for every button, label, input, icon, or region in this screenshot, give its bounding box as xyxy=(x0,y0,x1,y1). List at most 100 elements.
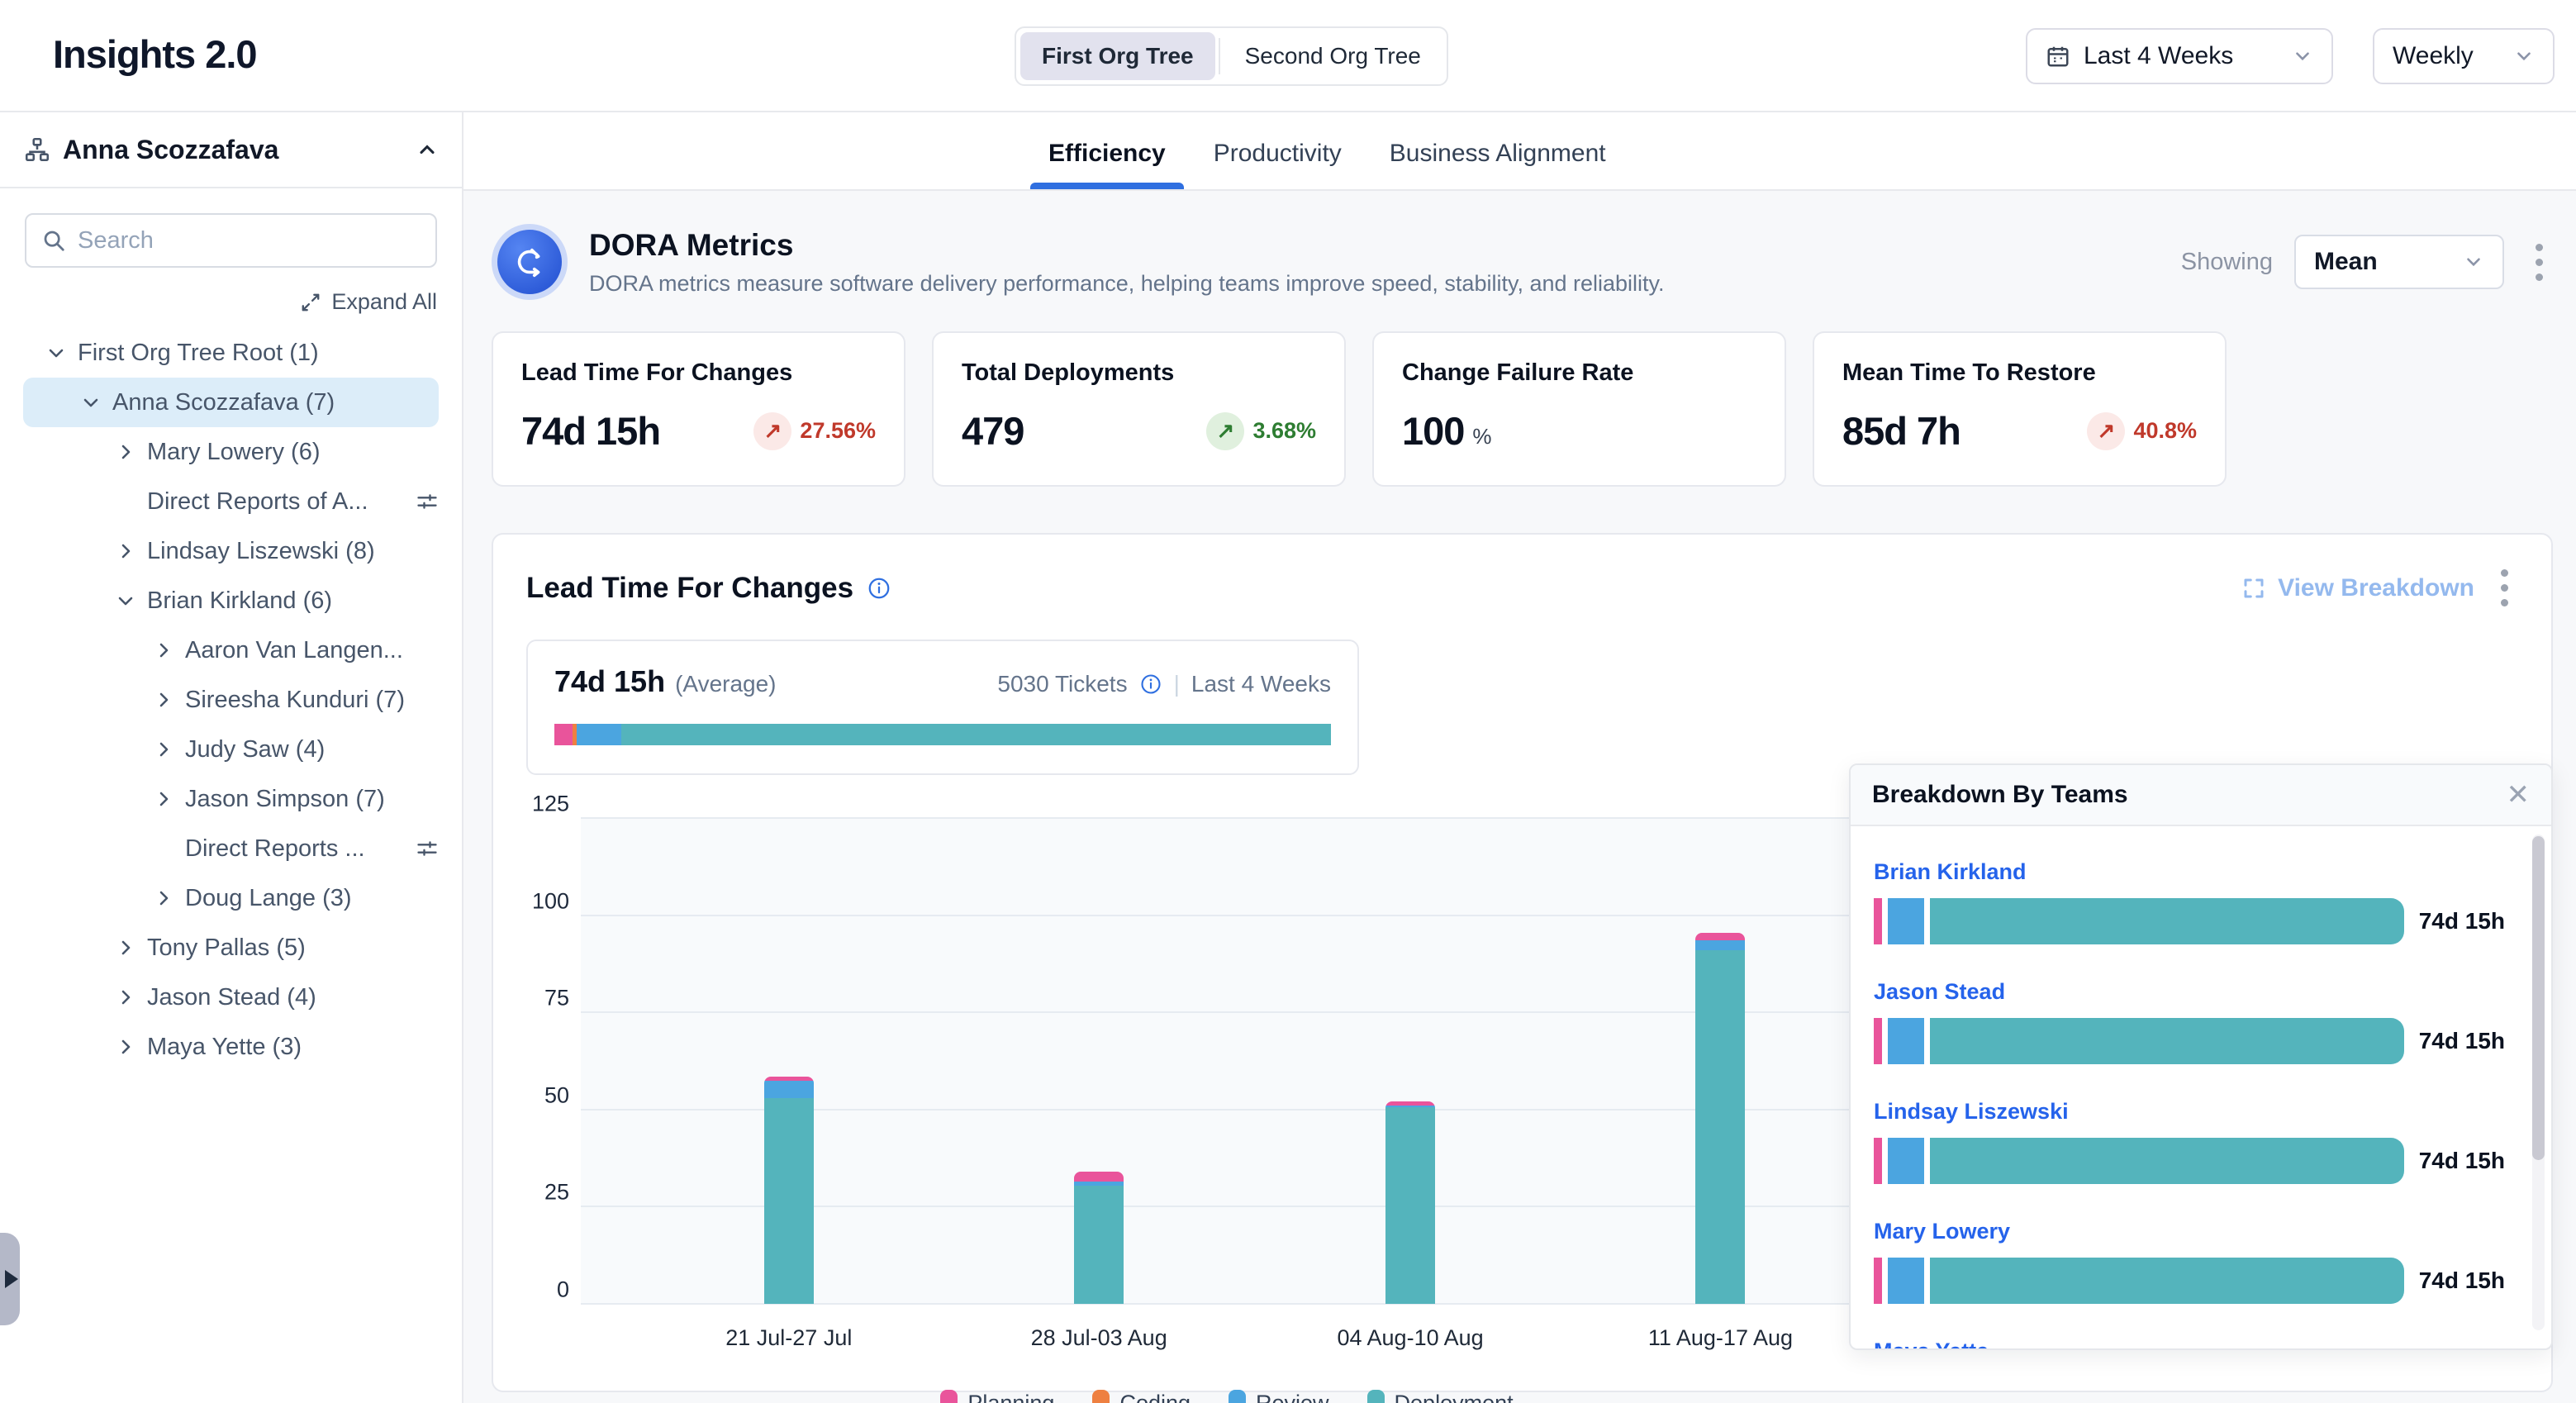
chevron-down-icon[interactable] xyxy=(46,343,66,363)
sidebar-header[interactable]: Anna Scozzafava xyxy=(0,112,462,188)
info-icon[interactable] xyxy=(1139,673,1162,696)
review-segment xyxy=(764,1081,814,1098)
search-icon xyxy=(41,228,66,253)
tickets-count: 5030 Tickets xyxy=(997,671,1127,697)
scrollbar-thumb[interactable] xyxy=(2532,836,2545,1160)
breakdown-team-link[interactable]: Jason Stead xyxy=(1874,979,2505,1005)
metric-delta-value: 27.56% xyxy=(800,418,876,444)
tree-item[interactable]: Anna Scozzafava (7) xyxy=(23,378,439,427)
tree-item-label: Sireesha Kunduri (7) xyxy=(185,687,405,714)
info-icon[interactable] xyxy=(867,576,891,601)
chart-bar[interactable] xyxy=(1385,1101,1435,1304)
gridline xyxy=(581,1011,1873,1013)
dora-title: DORA Metrics xyxy=(589,228,1665,263)
tree-item[interactable]: Mary Lowery (6) xyxy=(0,427,439,477)
lead-time-title: Lead Time For Changes xyxy=(526,572,853,605)
breakdown-value: 74d 15h xyxy=(2419,1148,2505,1174)
legend-label: Review xyxy=(1256,1391,1329,1403)
legend-swatch-deployment xyxy=(1367,1390,1385,1403)
chevron-right-icon[interactable] xyxy=(116,442,135,462)
tree-item[interactable]: Doug Lange (3) xyxy=(0,873,439,923)
deployment-segment xyxy=(1930,1258,2404,1304)
chevron-down-icon[interactable] xyxy=(81,392,101,412)
tree-item[interactable]: Maya Yette (3) xyxy=(0,1022,439,1072)
legend-item: Coding xyxy=(1092,1390,1191,1403)
lead-time-kebab-menu[interactable] xyxy=(2491,563,2518,613)
aggregation-value: Mean xyxy=(2314,248,2378,276)
chevron-right-icon[interactable] xyxy=(154,789,173,809)
chevron-down-icon[interactable] xyxy=(116,591,135,611)
chevron-right-icon[interactable] xyxy=(154,690,173,710)
breakdown-title: Breakdown By Teams xyxy=(1872,781,2128,809)
breakdown-team-link[interactable]: Maya Yette xyxy=(1874,1339,2505,1350)
filter-sliders-icon[interactable] xyxy=(416,837,439,860)
chevron-right-icon[interactable] xyxy=(116,987,135,1007)
chevron-right-icon[interactable] xyxy=(154,640,173,660)
breakdown-team-link[interactable]: Lindsay Liszewski xyxy=(1874,1099,2505,1125)
tree-item[interactable]: Lindsay Liszewski (8) xyxy=(0,526,439,576)
search-input[interactable] xyxy=(78,227,421,254)
chevron-right-icon[interactable] xyxy=(154,740,173,759)
view-breakdown-label: View Breakdown xyxy=(2278,574,2474,602)
x-tick-label: 04 Aug-10 Aug xyxy=(1337,1325,1483,1351)
breakdown-value: 74d 15h xyxy=(2419,1267,2505,1294)
deployment-segment xyxy=(1930,898,2404,944)
granularity-select[interactable]: Weekly xyxy=(2373,28,2555,84)
tree-item[interactable]: Brian Kirkland (6) xyxy=(0,576,439,625)
chart-bar[interactable] xyxy=(1695,933,1745,1304)
chevron-up-icon[interactable] xyxy=(416,138,439,161)
view-breakdown-button[interactable]: View Breakdown xyxy=(2241,574,2474,602)
deployment-segment xyxy=(1385,1107,1435,1304)
aggregation-select[interactable]: Mean xyxy=(2294,235,2504,289)
dora-metrics-icon xyxy=(492,224,568,300)
y-tick-label: 125 xyxy=(532,792,569,817)
metric-card-title: Mean Time To Restore xyxy=(1842,359,2197,387)
sidebar-collapse-handle[interactable] xyxy=(0,1233,20,1325)
tree-item[interactable]: Tony Pallas (5) xyxy=(0,923,439,973)
breakdown-row: Maya Yette74d 15h xyxy=(1874,1339,2505,1350)
breakdown-scrollbar[interactable] xyxy=(2532,835,2545,1330)
expand-corners-icon xyxy=(2241,576,2266,601)
chart-bar[interactable] xyxy=(764,1077,814,1304)
close-icon[interactable]: ✕ xyxy=(2507,781,2531,809)
expand-all-button[interactable]: Expand All xyxy=(300,289,437,315)
deployment-segment xyxy=(1930,1138,2404,1184)
chevron-right-icon[interactable] xyxy=(116,938,135,958)
tree-item[interactable]: Direct Reports of A... xyxy=(0,477,439,526)
org-tree: First Org Tree Root (1)Anna Scozzafava (… xyxy=(0,323,462,1077)
chevron-right-icon[interactable] xyxy=(116,541,135,561)
breakdown-bar: 74d 15h xyxy=(1874,1018,2505,1064)
tree-item[interactable]: Jason Simpson (7) xyxy=(0,774,439,824)
tab-business-alignment[interactable]: Business Alignment xyxy=(1390,140,1606,189)
breakdown-bar: 74d 15h xyxy=(1874,898,2505,944)
tree-item[interactable]: First Org Tree Root (1) xyxy=(0,328,439,378)
review-segment xyxy=(1888,1018,1924,1064)
chevron-right-icon[interactable] xyxy=(116,1037,135,1057)
tab-efficiency[interactable]: Efficiency xyxy=(1048,140,1166,189)
tab-productivity[interactable]: Productivity xyxy=(1214,140,1342,189)
tree-item[interactable]: Judy Saw (4) xyxy=(0,725,439,774)
breakdown-value: 74d 15h xyxy=(2419,1028,2505,1054)
chart-bar[interactable] xyxy=(1074,1172,1124,1304)
breakdown-row: Brian Kirkland 74d 15h xyxy=(1874,859,2505,944)
metric-card: Mean Time To Restore85d 7h↗40.8% xyxy=(1813,331,2227,487)
filter-sliders-icon[interactable] xyxy=(416,490,439,513)
metric-card: Total Deployments479↗3.68% xyxy=(932,331,1346,487)
calendar-icon xyxy=(2046,44,2070,69)
breakdown-team-link[interactable]: Mary Lowery xyxy=(1874,1219,2505,1244)
chevron-right-icon[interactable] xyxy=(154,888,173,908)
average-label: (Average) xyxy=(675,671,776,697)
expand-all-icon xyxy=(300,292,321,313)
org-toggle-option[interactable]: First Org Tree xyxy=(1020,32,1215,80)
breakdown-team-link[interactable]: Brian Kirkland xyxy=(1874,859,2505,885)
tree-item[interactable]: Direct Reports ... xyxy=(0,824,439,873)
dora-kebab-menu[interactable] xyxy=(2526,237,2553,288)
metric-card-title: Lead Time For Changes xyxy=(521,359,876,387)
org-toggle-option[interactable]: Second Org Tree xyxy=(1224,32,1442,80)
breakdown-list: Brian Kirkland 74d 15h Jason Stead 74d 15h L… xyxy=(1851,826,2551,1350)
tree-item[interactable]: Aaron Van Langen... xyxy=(0,625,439,675)
tree-item[interactable]: Sireesha Kunduri (7) xyxy=(0,675,439,725)
date-range-select[interactable]: Last 4 Weeks xyxy=(2026,28,2333,84)
legend-item: Deployment xyxy=(1367,1390,1514,1403)
tree-item[interactable]: Jason Stead (4) xyxy=(0,973,439,1022)
